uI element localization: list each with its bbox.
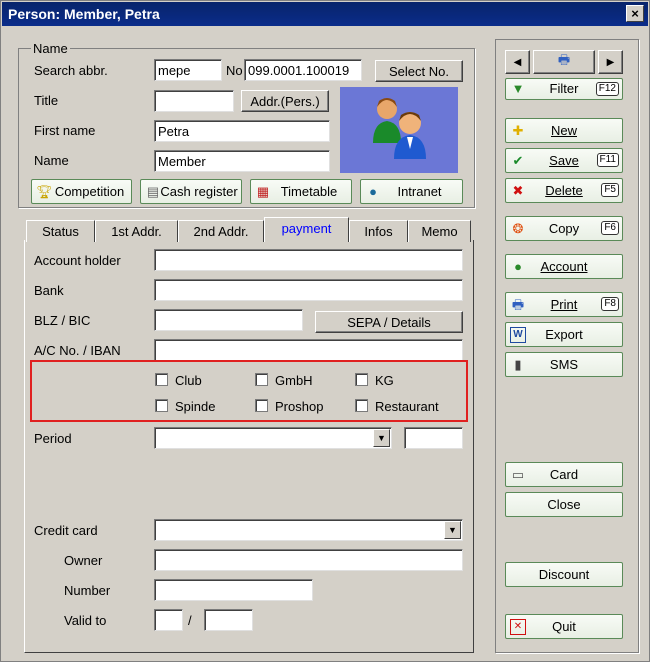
owner-input[interactable] (154, 549, 463, 571)
title-label: Title (34, 93, 59, 108)
printer-icon: 🖶︎ (557, 52, 571, 67)
close-button[interactable]: Close (505, 492, 623, 517)
people-icon (373, 98, 426, 159)
tab-memo[interactable]: Memo (408, 220, 471, 242)
credit-card-select[interactable]: ▼ (154, 519, 463, 541)
chevron-down-icon[interactable]: ▼ (444, 521, 461, 539)
card-button[interactable]: ▭ Card (505, 462, 623, 487)
club-checkbox[interactable] (155, 373, 168, 386)
print-preview-button[interactable]: 🖶︎ (533, 50, 595, 74)
iban-input[interactable] (154, 339, 463, 361)
next-record-button[interactable]: ▶ (598, 50, 623, 74)
period-extra-input[interactable] (404, 427, 463, 449)
tab-1st-addr[interactable]: 1st Addr. (95, 220, 178, 242)
competition-label: Competition (54, 184, 125, 199)
account-button[interactable]: ● Account (505, 254, 623, 279)
spinde-label: Spinde (175, 399, 216, 414)
bank-input[interactable] (154, 279, 463, 301)
select-no-button[interactable]: Select No. (375, 60, 463, 82)
title-input[interactable] (154, 90, 234, 112)
tab-payment[interactable]: payment (264, 217, 349, 242)
period-select[interactable]: ▼ (154, 427, 392, 449)
prev-record-button[interactable]: ◀ (505, 50, 530, 74)
account-holder-input[interactable] (154, 249, 463, 271)
quit-button[interactable]: ✕ Quit (505, 614, 623, 639)
blz-bic-label: BLZ / BIC (34, 313, 91, 328)
search-abbr-input[interactable]: mepe (154, 59, 222, 81)
search-abbr-label: Search abbr. (34, 63, 108, 78)
blz-bic-input[interactable] (154, 309, 303, 331)
intranet-button[interactable]: ● Intranet (360, 179, 463, 204)
account-holder-label: Account holder (34, 253, 121, 268)
valid-slash: / (188, 613, 192, 628)
sms-button[interactable]: ▮ SMS (505, 352, 623, 377)
name-group-legend: Name (31, 41, 70, 56)
restaurant-checkbox[interactable] (355, 399, 368, 412)
filter-button[interactable]: ▼ Filter F12 (505, 78, 623, 100)
tab-status[interactable]: Status (26, 220, 95, 242)
member-avatar (340, 87, 458, 173)
valid-month-input[interactable] (154, 609, 183, 631)
print-button[interactable]: 🖶︎ Print F8 (505, 292, 623, 317)
owner-label: Owner (64, 553, 103, 568)
save-button[interactable]: ✔ Save F11 (505, 148, 623, 173)
member-no-input[interactable]: 099.0001.100019 (244, 59, 362, 81)
no-label: No (226, 63, 243, 78)
kg-checkbox[interactable] (355, 373, 368, 386)
delete-button[interactable]: ✖ Delete F5 (505, 178, 623, 203)
proshop-label: Proshop (275, 399, 324, 414)
export-button[interactable]: W Export (505, 322, 623, 347)
credit-card-label: Credit card (34, 523, 98, 538)
ac-no-iban-label: A/C No. / IBAN (34, 343, 121, 358)
number-label: Number (64, 583, 111, 598)
gmbh-label: GmbH (275, 373, 313, 388)
title-bar: Person: Member, Petra × (2, 2, 648, 26)
intranet-label: Intranet (397, 184, 442, 199)
new-button[interactable]: ✚ New (505, 118, 623, 143)
name-label: Name (34, 153, 69, 168)
period-label: Period (34, 431, 72, 446)
person-window: Person: Member, Petra × Name Search abbr… (0, 0, 650, 662)
timetable-button[interactable]: ▦ Timetable (250, 179, 352, 204)
competition-button[interactable]: 🏆︎ Competition (31, 179, 132, 204)
cash-register-button[interactable]: ▤ Cash register (140, 179, 242, 204)
valid-year-input[interactable] (204, 609, 253, 631)
tab-infos[interactable]: Infos (349, 220, 408, 242)
cash-register-label: Cash register (160, 184, 238, 199)
valid-to-label: Valid to (64, 613, 107, 628)
tab-2nd-addr[interactable]: 2nd Addr. (178, 220, 264, 242)
first-name-input[interactable]: Petra (154, 120, 330, 142)
card-number-input[interactable] (154, 579, 313, 601)
first-name-label: First name (34, 123, 96, 138)
window-title: Person: Member, Petra (8, 6, 160, 22)
name-input[interactable]: Member (154, 150, 330, 172)
kg-label: KG (375, 373, 394, 388)
spinde-checkbox[interactable] (155, 399, 168, 412)
arrow-right-icon: ▶ (606, 56, 615, 68)
restaurant-label: Restaurant (375, 399, 439, 414)
timetable-label: Timetable (280, 184, 338, 199)
club-label: Club (175, 373, 202, 388)
discount-button[interactable]: Discount (505, 562, 623, 587)
close-window-button[interactable]: × (626, 5, 644, 22)
sepa-details-button[interactable]: SEPA / Details (315, 311, 463, 333)
gmbh-checkbox[interactable] (255, 373, 268, 386)
arrow-left-icon: ◀ (513, 56, 522, 68)
bank-label: Bank (34, 283, 64, 298)
copy-button[interactable]: ❂ Copy F6 (505, 216, 623, 241)
proshop-checkbox[interactable] (255, 399, 268, 412)
chevron-down-icon[interactable]: ▼ (373, 429, 390, 447)
addr-pers-button[interactable]: Addr.(Pers.) (241, 90, 329, 112)
